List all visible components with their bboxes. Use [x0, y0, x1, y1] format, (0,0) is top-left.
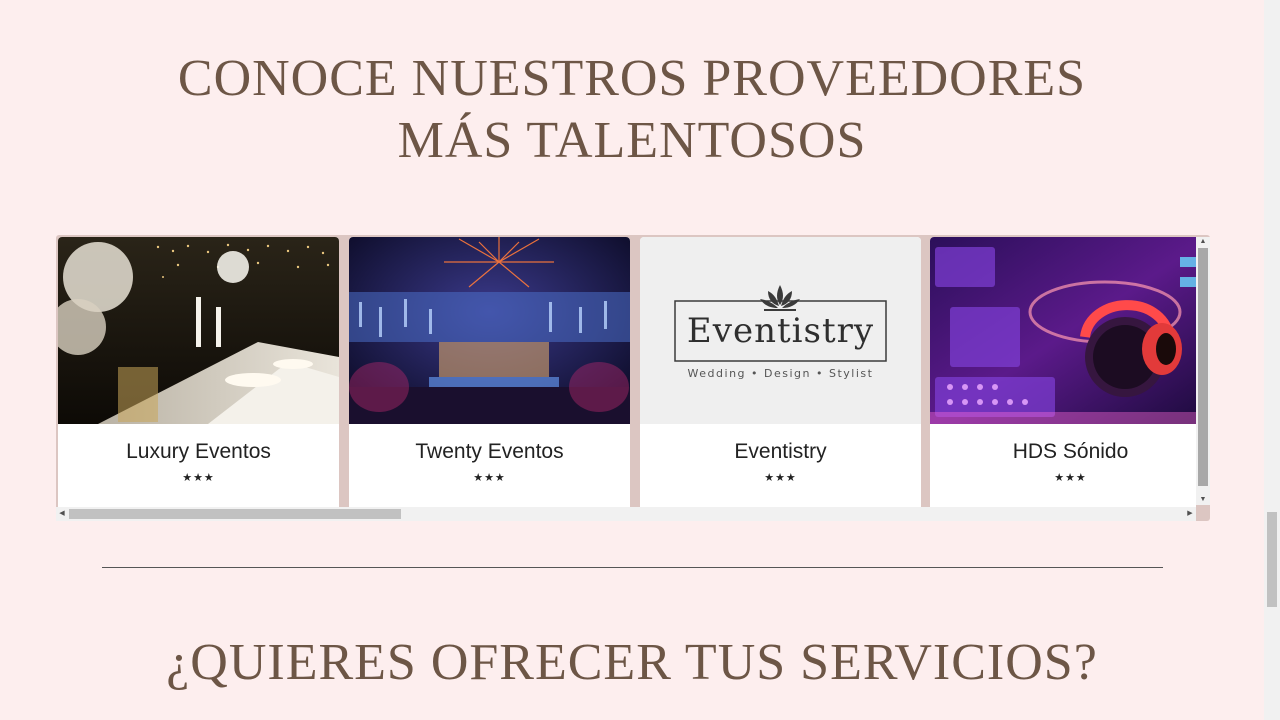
eventistry-tagline: Wedding • Design • Stylist [687, 367, 874, 380]
provider-rating: ★★★ [473, 472, 506, 484]
scroll-down-icon[interactable]: ▼ [1196, 495, 1210, 505]
provider-card[interactable]: Luxury Eventos ★★★ [58, 237, 339, 507]
provider-image[interactable] [58, 237, 339, 424]
provider-name: Luxury Eventos [126, 440, 271, 463]
provider-rating: ★★★ [764, 472, 797, 484]
carousel-vertical-scrollbar[interactable]: ▲ ▼ [1196, 237, 1210, 505]
carousel-horizontal-thumb[interactable] [69, 509, 401, 519]
offer-services-heading: ¿QUIERES OFRECER TUS SERVICIOS? [166, 634, 1098, 691]
page: CONOCE NUESTROS PROVEEDORES MÁS TALENTOS… [0, 0, 1264, 720]
eventistry-wordmark: Eventistry [686, 311, 875, 351]
section-divider [102, 567, 1163, 568]
scroll-right-icon[interactable]: ▶ [1184, 507, 1196, 521]
page-scrollbar-thumb[interactable] [1267, 512, 1277, 607]
provider-rating: ★★★ [182, 472, 215, 484]
providers-heading: CONOCE NUESTROS PROVEEDORES MÁS TALENTOS… [177, 50, 1087, 169]
provider-card[interactable]: Twenty Eventos ★★★ [349, 237, 630, 507]
provider-image[interactable] [930, 237, 1196, 424]
provider-cards: Luxury Eventos ★★★ Twenty Eventos ★★★ Ev… [58, 237, 1196, 507]
provider-image[interactable] [349, 237, 630, 424]
provider-name: Twenty Eventos [415, 440, 564, 463]
provider-card[interactable]: Eventistry Wedding • Design • Stylist Ev… [640, 237, 921, 507]
carousel-horizontal-scrollbar[interactable]: ◀ ▶ [56, 507, 1196, 521]
scroll-up-icon[interactable]: ▲ [1196, 237, 1210, 247]
provider-name: Eventistry [734, 440, 827, 463]
providers-carousel[interactable]: Luxury Eventos ★★★ Twenty Eventos ★★★ Ev… [56, 235, 1210, 521]
provider-image[interactable]: Eventistry Wedding • Design • Stylist [640, 237, 921, 424]
provider-card[interactable]: HDS Sónido ★★★ [930, 237, 1196, 507]
provider-rating: ★★★ [1054, 472, 1087, 484]
provider-name: HDS Sónido [1012, 440, 1129, 463]
scroll-left-icon[interactable]: ◀ [56, 507, 68, 521]
page-scrollbar[interactable] [1264, 0, 1280, 720]
carousel-vertical-thumb[interactable] [1198, 248, 1208, 486]
